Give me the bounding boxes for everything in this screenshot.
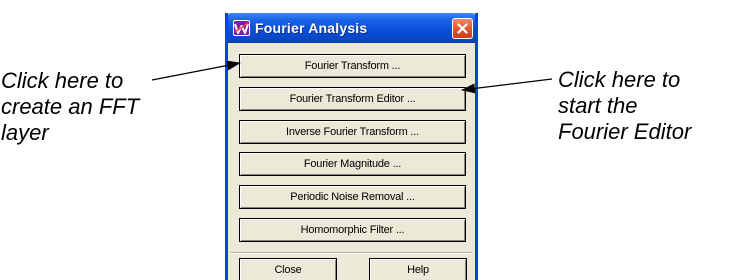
periodic-noise-removal-button[interactable]: Periodic Noise Removal ... <box>239 185 466 210</box>
close-button[interactable]: Close <box>239 258 337 280</box>
annotation-right-line-1: Click here to <box>558 67 681 92</box>
annotation-left-line-2: create an FFT <box>1 94 140 119</box>
annotation-right-line-3: Fourier Editor <box>558 119 692 144</box>
window-title: Fourier Analysis <box>255 20 368 36</box>
fourier-magnitude-button[interactable]: Fourier Magnitude ... <box>239 152 466 177</box>
fourier-transform-button[interactable]: Fourier Transform ... <box>239 54 466 78</box>
fourier-transform-editor-button[interactable]: Fourier Transform Editor ... <box>239 86 466 111</box>
annotation-left: Click here to create an FFT layer <box>1 68 139 146</box>
homomorphic-filter-button[interactable]: Homomorphic Filter ... <box>239 217 466 242</box>
title-bar[interactable]: Fourier Analysis <box>228 13 475 43</box>
annotation-left-line-3: layer <box>1 120 49 145</box>
function-button-list: Fourier Transform ... Fourier Transform … <box>239 54 466 251</box>
help-button[interactable]: Help <box>369 258 467 280</box>
window-close-button[interactable] <box>452 18 473 39</box>
dialog-actions: Close Help <box>239 258 467 280</box>
annotation-right-line-2: start the <box>558 93 638 118</box>
close-icon <box>457 23 468 34</box>
inverse-fourier-transform-button[interactable]: Inverse Fourier Transform ... <box>239 119 466 144</box>
app-icon <box>233 20 250 36</box>
annotation-right: Click here to start the Fourier Editor <box>558 67 691 145</box>
annotation-left-line-1: Click here to <box>1 68 124 93</box>
divider <box>231 252 472 254</box>
fourier-analysis-dialog: Fourier Analysis Fourier Transform ... F… <box>225 13 478 280</box>
